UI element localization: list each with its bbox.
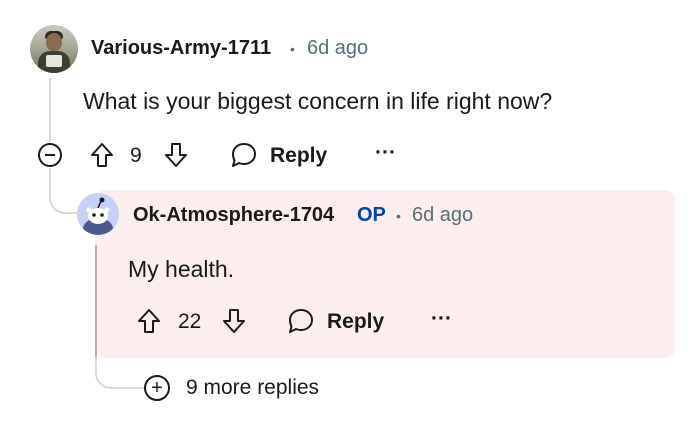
more-options-icon[interactable]: ··· — [375, 141, 396, 165]
upvote-icon[interactable] — [137, 308, 161, 334]
reply-label: Reply — [327, 310, 385, 333]
comment-bubble-icon — [287, 307, 315, 335]
downvote-icon[interactable] — [164, 142, 188, 168]
comment-bubble-icon — [230, 141, 258, 169]
upvote-icon[interactable] — [90, 142, 114, 168]
op-badge: OP — [357, 204, 386, 226]
reply-label: Reply — [270, 144, 328, 167]
parent-comment-body: What is your biggest concern in life rig… — [83, 88, 553, 114]
more-replies-connector — [95, 357, 145, 389]
reply-comment-body: My health. — [128, 256, 235, 282]
reply-timestamp[interactable]: 6d ago — [412, 204, 473, 227]
reply-button[interactable]: Reply — [230, 140, 330, 170]
downvote-icon[interactable] — [222, 308, 246, 334]
avatar[interactable] — [30, 25, 78, 73]
meta-separator: • — [396, 208, 401, 224]
reply-thread-connector — [49, 168, 79, 214]
avatar[interactable] — [77, 193, 119, 235]
reply-thread-bar — [95, 245, 97, 357]
more-replies-link[interactable]: 9 more replies — [186, 376, 319, 400]
parent-timestamp[interactable]: 6d ago — [307, 37, 368, 60]
vote-score: 9 — [130, 144, 142, 167]
vote-score: 22 — [178, 310, 202, 333]
parent-username[interactable]: Various-Army-1711 — [91, 37, 271, 60]
parent-thread-line — [49, 78, 51, 142]
reply-username[interactable]: Ok-Atmosphere-1704 — [133, 204, 334, 227]
meta-separator: • — [290, 41, 295, 57]
expand-replies-icon[interactable]: + — [144, 375, 170, 401]
collapse-thread-button[interactable] — [38, 143, 62, 167]
reply-button[interactable]: Reply — [287, 306, 387, 336]
more-options-icon[interactable]: ··· — [431, 307, 452, 331]
